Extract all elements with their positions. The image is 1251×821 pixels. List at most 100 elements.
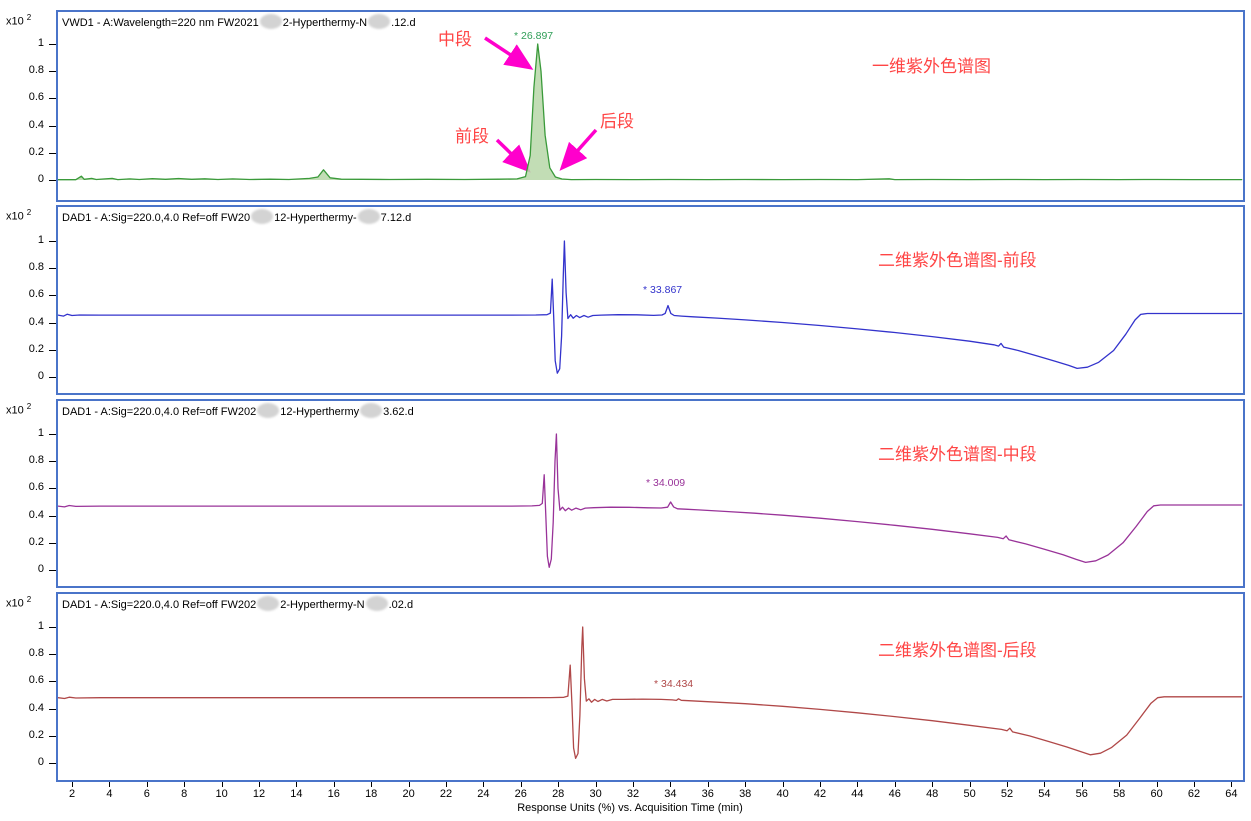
x-tick-label: 42 (814, 788, 826, 800)
x-tick-mark (521, 782, 522, 787)
y-tick-label: 0 (2, 563, 44, 575)
trace-plot-2d-middle (58, 401, 1243, 586)
y-tick-label: 0.2 (2, 146, 44, 158)
x-tick-label: 10 (215, 788, 227, 800)
x-tick-mark (1007, 782, 1008, 787)
x-tick-label: 20 (402, 788, 414, 800)
x-tick-mark (1231, 782, 1232, 787)
panel-caption-1d-uv: 一维紫外色谱图 (872, 52, 991, 77)
trace-plot-1d-uv (58, 12, 1243, 200)
redaction-blob (368, 14, 390, 29)
y-tick-mark (49, 350, 56, 351)
x-tick-mark (1194, 782, 1195, 787)
y-tick-mark (49, 763, 56, 764)
y-tick-mark (49, 153, 56, 154)
y-tick-label: 0.6 (2, 674, 44, 686)
y-tick-label: 0.8 (2, 454, 44, 466)
y-tick-mark (49, 681, 56, 682)
x-tick-label: 36 (702, 788, 714, 800)
y-tick-mark (49, 377, 56, 378)
y-tick-label: 0.8 (2, 647, 44, 659)
x-tick-mark (409, 782, 410, 787)
y-scale-label: x10 2 (6, 13, 31, 28)
y-tick-mark (49, 627, 56, 628)
y-tick-label: 0 (2, 173, 44, 185)
y-tick-mark (49, 516, 56, 517)
y-tick-mark (49, 570, 56, 571)
y-scale-label: x10 2 (6, 595, 31, 610)
x-tick-label: 32 (627, 788, 639, 800)
redaction-blob (251, 209, 273, 224)
x-tick-label: 6 (144, 788, 150, 800)
x-tick-mark (1157, 782, 1158, 787)
x-tick-label: 64 (1225, 788, 1237, 800)
y-tick-label: 0.4 (2, 119, 44, 131)
redaction-blob (360, 403, 382, 418)
x-tick-mark (371, 782, 372, 787)
y-tick-label: 1 (2, 37, 44, 49)
y-tick-label: 0.6 (2, 91, 44, 103)
x-tick-mark (259, 782, 260, 787)
y-tick-mark (49, 71, 56, 72)
y-tick-label: 0.4 (2, 509, 44, 521)
y-tick-label: 1 (2, 427, 44, 439)
y-tick-mark (49, 736, 56, 737)
x-tick-label: 54 (1038, 788, 1050, 800)
x-tick-mark (895, 782, 896, 787)
x-tick-mark (970, 782, 971, 787)
y-tick-label: 0.2 (2, 343, 44, 355)
y-scale-exponent: 2 (27, 13, 31, 22)
x-tick-label: 34 (664, 788, 676, 800)
annotation-front-section: 前段 (455, 122, 489, 147)
x-tick-label: 14 (290, 788, 302, 800)
x-axis-caption: Response Units (%) vs. Acquisition Time … (30, 802, 1230, 814)
x-tick-mark (184, 782, 185, 787)
x-tick-label: 46 (889, 788, 901, 800)
x-tick-mark (596, 782, 597, 787)
panel-caption-2d-middle: 二维紫外色谱图-中段 (878, 440, 1037, 465)
y-tick-mark (49, 98, 56, 99)
trace-header: DAD1 - A:Sig=220.0,4.0 Ref=off FW2022-Hy… (62, 596, 413, 611)
x-tick-label: 62 (1188, 788, 1200, 800)
x-tick-mark (334, 782, 335, 787)
y-tick-mark (49, 268, 56, 269)
x-tick-label: 56 (1076, 788, 1088, 800)
x-tick-label: 4 (106, 788, 112, 800)
peak-retention-label: * 33.867 (643, 284, 682, 296)
x-tick-mark (483, 782, 484, 787)
y-tick-mark (49, 44, 56, 45)
y-tick-label: 0.6 (2, 481, 44, 493)
x-tick-mark (745, 782, 746, 787)
y-tick-label: 0.8 (2, 261, 44, 273)
y-scale-label: x10 2 (6, 402, 31, 417)
panel-caption-2d-back: 二维紫外色谱图-后段 (878, 636, 1037, 661)
x-tick-label: 30 (589, 788, 601, 800)
x-tick-mark (783, 782, 784, 787)
redaction-blob (257, 403, 279, 418)
x-tick-mark (670, 782, 671, 787)
y-scale-exponent: 2 (27, 402, 31, 411)
x-tick-label: 40 (776, 788, 788, 800)
x-tick-mark (1119, 782, 1120, 787)
chromatogram-panel-2d-back: DAD1 - A:Sig=220.0,4.0 Ref=off FW2022-Hy… (56, 592, 1245, 782)
trace-header: VWD1 - A:Wavelength=220 nm FW20212-Hyper… (62, 14, 416, 29)
y-tick-mark (49, 461, 56, 462)
x-tick-mark (109, 782, 110, 787)
y-tick-mark (49, 488, 56, 489)
redaction-blob (358, 209, 380, 224)
x-tick-label: 24 (477, 788, 489, 800)
x-tick-label: 16 (328, 788, 340, 800)
x-tick-label: 18 (365, 788, 377, 800)
x-tick-label: 2 (69, 788, 75, 800)
y-tick-label: 0.4 (2, 316, 44, 328)
y-tick-label: 0.2 (2, 729, 44, 741)
redaction-blob (260, 14, 282, 29)
annotation-middle-section: 中段 (438, 25, 472, 50)
x-tick-mark (296, 782, 297, 787)
x-tick-mark (446, 782, 447, 787)
x-tick-label: 8 (181, 788, 187, 800)
x-tick-mark (1044, 782, 1045, 787)
redaction-blob (366, 596, 388, 611)
x-tick-mark (932, 782, 933, 787)
y-scale-exponent: 2 (27, 595, 31, 604)
